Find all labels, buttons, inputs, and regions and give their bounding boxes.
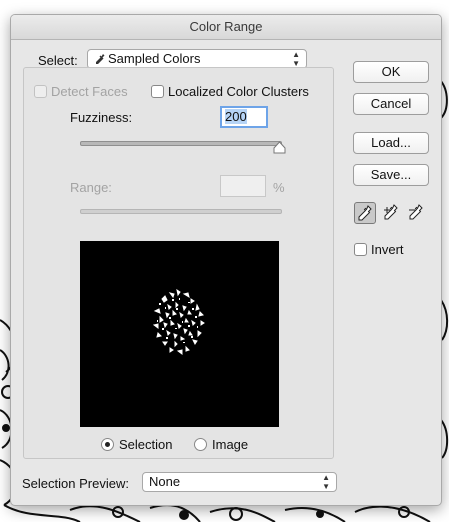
subtract-from-sample-tool[interactable]: [406, 202, 428, 224]
fuzziness-slider-thumb[interactable]: [273, 141, 286, 154]
range-label: Range:: [70, 180, 112, 195]
select-dropdown[interactable]: Sampled Colors ▲ ▼: [87, 49, 307, 69]
fuzziness-slider-track[interactable]: [80, 141, 282, 146]
invert-label: Invert: [371, 242, 404, 257]
cancel-button[interactable]: Cancel: [353, 93, 429, 115]
detect-faces-checkbox[interactable]: [34, 85, 47, 98]
dialog-title: Color Range: [11, 15, 441, 40]
range-input[interactable]: [220, 175, 266, 197]
selection-preview-dropdown[interactable]: None ▲ ▼: [142, 472, 337, 492]
select-label: Select:: [38, 53, 78, 68]
detect-faces-label: Detect Faces: [51, 84, 128, 99]
ok-button[interactable]: OK: [353, 61, 429, 83]
chevron-updown-icon: ▲ ▼: [322, 473, 330, 491]
image-radio-label: Image: [212, 437, 249, 452]
save-button[interactable]: Save...: [353, 164, 429, 186]
selection-preview-label: Selection Preview:: [22, 476, 129, 491]
add-to-sample-icon: [384, 204, 398, 220]
invert-checkbox[interactable]: [354, 243, 367, 256]
color-range-dialog: Color Range Select: Sampled Colors ▲ ▼ De…: [10, 14, 442, 506]
selection-preview-image[interactable]: [80, 241, 279, 427]
fuzziness-label: Fuzziness:: [70, 110, 133, 125]
add-to-sample-tool[interactable]: [381, 202, 403, 224]
fuzziness-input[interactable]: 200: [220, 106, 268, 128]
range-slider-track[interactable]: [80, 209, 282, 214]
localized-color-clusters-label: Localized Color Clusters: [168, 84, 309, 99]
chevron-updown-icon: ▲ ▼: [292, 50, 300, 68]
image-radio[interactable]: [194, 438, 207, 451]
selection-mask-speckles: [152, 288, 205, 355]
load-button[interactable]: Load...: [353, 132, 429, 154]
localized-color-clusters-checkbox[interactable]: [151, 85, 164, 98]
selection-radio-label: Selection: [119, 437, 173, 452]
eyedropper-icon: [96, 54, 105, 64]
eyedropper-icon: [358, 205, 372, 221]
selection-radio[interactable]: [101, 438, 114, 451]
select-value: Sampled Colors: [108, 51, 201, 66]
fuzziness-value: 200: [225, 109, 247, 124]
eyedropper-tool[interactable]: [354, 202, 376, 224]
selection-preview-value: None: [149, 474, 181, 489]
subtract-from-sample-icon: [409, 204, 423, 220]
range-unit: %: [273, 180, 285, 195]
